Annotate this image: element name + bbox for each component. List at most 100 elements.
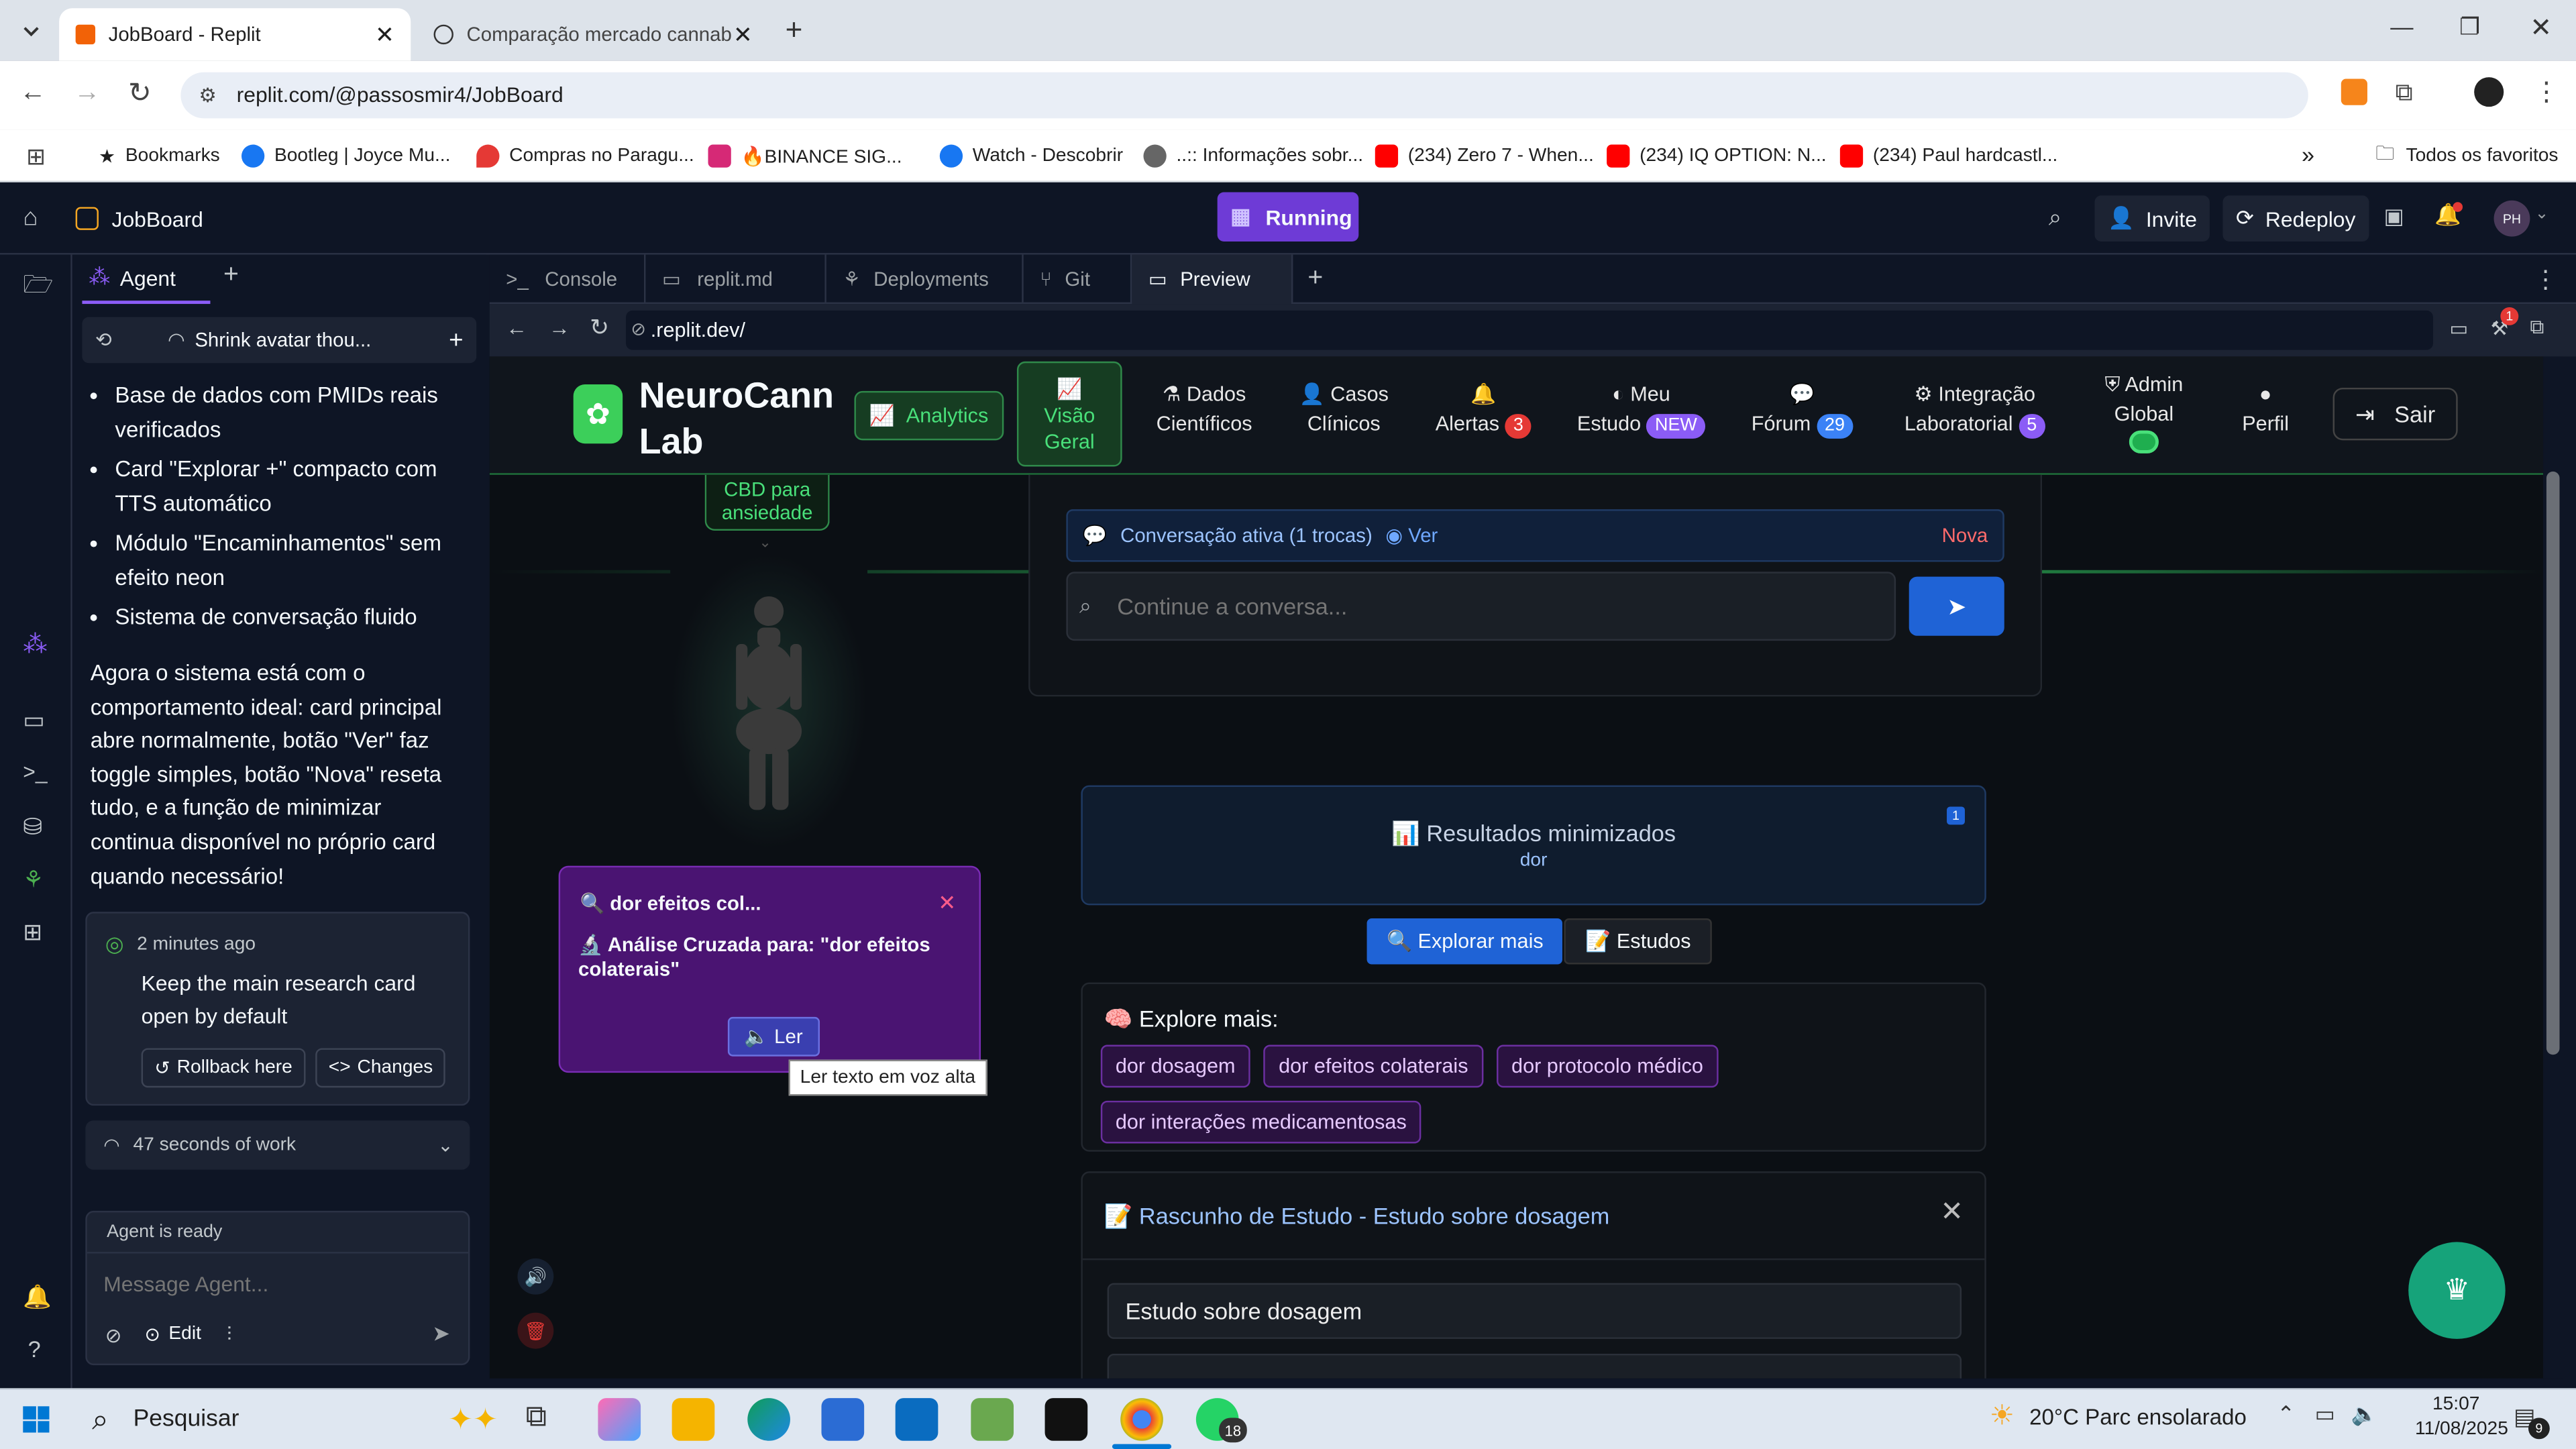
bookmark-4[interactable]: Watch - Descobrir: [939, 129, 1123, 182]
outlook-icon[interactable]: [895, 1398, 938, 1441]
extensions-icon[interactable]: ⧉: [2396, 79, 2413, 107]
back-icon[interactable]: ←: [19, 79, 46, 109]
analytics-button[interactable]: 📈 Analytics: [854, 390, 1004, 441]
read-aloud-button[interactable]: 🔈 Ler: [727, 1016, 820, 1057]
more-options-icon[interactable]: ⋮: [2533, 264, 2558, 294]
avatar[interactable]: PH: [2493, 200, 2530, 237]
chrome-menu-icon[interactable]: ⋮: [2533, 76, 2559, 109]
attach-icon[interactable]: ⊘: [105, 1324, 122, 1347]
more-bookmarks-icon[interactable]: »: [2302, 142, 2314, 168]
close-window-button[interactable]: ✕: [2530, 11, 2552, 44]
nova-button[interactable]: Nova: [1942, 524, 1988, 547]
close-tab-icon[interactable]: ✕: [375, 21, 394, 49]
scroll-thumb[interactable]: [2546, 471, 2560, 1055]
tab-preview[interactable]: ▭ Preview: [1132, 254, 1293, 305]
tab-comparacao[interactable]: Comparação mercado cannabis ✕: [417, 8, 769, 60]
run-button[interactable]: ▦ Running: [1217, 192, 1359, 242]
windows-start-icon[interactable]: [23, 1406, 50, 1433]
draft-title-input[interactable]: Estudo sobre dosagem: [1107, 1283, 1962, 1339]
minimized-results-card[interactable]: 📊 Resultados minimizados dor 1: [1081, 785, 1986, 906]
redeploy-button[interactable]: ⟳ Redeploy: [2222, 195, 2369, 242]
ver-toggle[interactable]: ◉ Ver: [1385, 524, 1438, 547]
all-tools-icon[interactable]: ⊞: [23, 918, 42, 947]
new-tab-button[interactable]: +: [786, 13, 803, 48]
forward-icon[interactable]: →: [74, 79, 100, 109]
database-icon[interactable]: ⛁: [23, 813, 42, 841]
tab-console[interactable]: >_ Console: [490, 254, 646, 305]
changes-button[interactable]: <> Changes: [315, 1048, 446, 1088]
address-bar[interactable]: ⚙ replit.com/@passosmir4/JobBoard: [180, 72, 2308, 119]
tab-search-icon[interactable]: [16, 16, 46, 46]
apps-grid-icon[interactable]: ⊞: [26, 143, 46, 171]
task-view-icon[interactable]: ⧉: [526, 1400, 547, 1434]
close-icon[interactable]: ✕: [1940, 1196, 1964, 1229]
bookmark-5[interactable]: ..:: Informações sobr...: [1143, 129, 1363, 182]
agent-tab[interactable]: ⁂ Agent: [82, 255, 211, 305]
explorar-mais-button[interactable]: 🔍 Explorar mais: [1366, 918, 1564, 965]
clock[interactable]: 15:07 11/08/2025: [2415, 1393, 2508, 1442]
new-pane-tab-button[interactable]: +: [223, 261, 239, 290]
chat-icon[interactable]: ▣: [2383, 204, 2404, 230]
nav-casos-clinicos[interactable]: 👤 Casos Clínicos: [1289, 380, 1398, 439]
metamask-icon[interactable]: [2341, 78, 2367, 105]
restore-window-button[interactable]: ❐: [2459, 13, 2480, 42]
show-hidden-icons-icon[interactable]: ⌃: [2277, 1401, 2295, 1428]
nav-alertas[interactable]: 🔔 Alertas 3: [1428, 380, 1540, 439]
tab-git[interactable]: ⑂ Git: [1024, 254, 1132, 305]
nav-integracao-laboratorial[interactable]: ⚙ Integração Laboratorial 5: [1899, 380, 2050, 439]
stake-app-icon[interactable]: [1044, 1398, 1088, 1441]
close-icon[interactable]: ✕: [938, 890, 956, 916]
draft-body-input[interactable]: [1107, 1353, 1962, 1379]
chip-dor-protocolo-medico[interactable]: dor protocolo médico: [1497, 1044, 1718, 1088]
chip-dor-efeitos-colaterais[interactable]: dor efeitos colaterais: [1264, 1044, 1483, 1088]
visao-geral-button[interactable]: 📈 Visão Geral: [1016, 361, 1122, 467]
chip-dor-interacoes-medicamentosas[interactable]: dor interações medicamentosas: [1100, 1100, 1421, 1144]
volume-icon[interactable]: 🔈: [2351, 1401, 2377, 1428]
tab-deployments[interactable]: ⚘ Deployments: [826, 254, 1024, 305]
agent-icon[interactable]: ⁂: [23, 629, 48, 659]
open-new-tab-icon[interactable]: ⧉: [2530, 315, 2544, 340]
preview-url-input[interactable]: ⊘ .replit.dev/: [626, 310, 2433, 350]
bookmark-3[interactable]: 🔥BINANCE SIG...: [708, 129, 902, 182]
minimize-window-button[interactable]: —: [2390, 13, 2413, 40]
nav-admin-global[interactable]: ⛨ Admin Global: [2086, 370, 2201, 453]
avatar-3d-figure[interactable]: [670, 553, 868, 850]
invite-button[interactable]: 👤 Invite: [2094, 195, 2210, 242]
edge-icon[interactable]: [747, 1398, 790, 1441]
preview-scrollbar[interactable]: [2543, 356, 2563, 1379]
deployments-icon[interactable]: ⚘: [23, 866, 44, 894]
bookmark-1[interactable]: Bootleg | Joyce Mu...: [241, 129, 450, 182]
tab-replit-md[interactable]: ▭ replit.md: [645, 254, 826, 305]
help-icon[interactable]: ?: [28, 1336, 41, 1362]
console-icon[interactable]: >_: [23, 759, 47, 784]
rollback-button[interactable]: ↺ Rollback here: [141, 1048, 306, 1088]
project-name[interactable]: JobBoard: [75, 199, 203, 238]
file-explorer-icon[interactable]: [672, 1398, 715, 1441]
crown-icon[interactable]: ♛: [2408, 1242, 2506, 1339]
logout-button[interactable]: ⇥ Sair: [2332, 387, 2458, 441]
site-info-icon[interactable]: ⚙: [199, 72, 216, 119]
weather-widget[interactable]: ☀ 20°C Parc ensolarado: [1990, 1400, 2247, 1433]
copilot-icon[interactable]: [598, 1398, 641, 1441]
new-thread-icon[interactable]: +: [449, 326, 463, 354]
continue-conversation-input[interactable]: [1117, 590, 1873, 623]
maps-app-icon[interactable]: [971, 1398, 1014, 1441]
all-bookmarks[interactable]: 🗀 Todos os favoritos: [2375, 129, 2558, 182]
bookmark-8[interactable]: (234) Paul hardcastl...: [1839, 129, 2057, 182]
brand-name[interactable]: NeuroCann Lab: [639, 373, 845, 465]
send-icon[interactable]: ➤: [432, 1321, 450, 1347]
network-icon[interactable]: ▭: [2315, 1401, 2335, 1428]
trash-icon[interactable]: 🗑: [517, 1312, 554, 1349]
tab-jobboard[interactable]: JobBoard - Replit ✕: [59, 8, 411, 61]
reload-icon[interactable]: ↻: [590, 314, 609, 342]
search-icon[interactable]: ⌕: [2049, 204, 2061, 232]
bookmark-7[interactable]: (234) IQ OPTION: N...: [1607, 129, 1827, 182]
devices-icon[interactable]: ▭: [2449, 317, 2468, 340]
preview-icon[interactable]: ▭: [23, 706, 44, 735]
nav-dados-cientificos[interactable]: ⚗ Dados Científicos: [1148, 380, 1260, 439]
nav-perfil[interactable]: ● Perfil: [2231, 380, 2300, 439]
store-icon[interactable]: [821, 1398, 865, 1441]
bookmark-0[interactable]: ★ Bookmarks: [99, 129, 220, 182]
history-icon[interactable]: ⟲: [95, 329, 112, 352]
files-icon[interactable]: 🗁: [23, 268, 54, 309]
